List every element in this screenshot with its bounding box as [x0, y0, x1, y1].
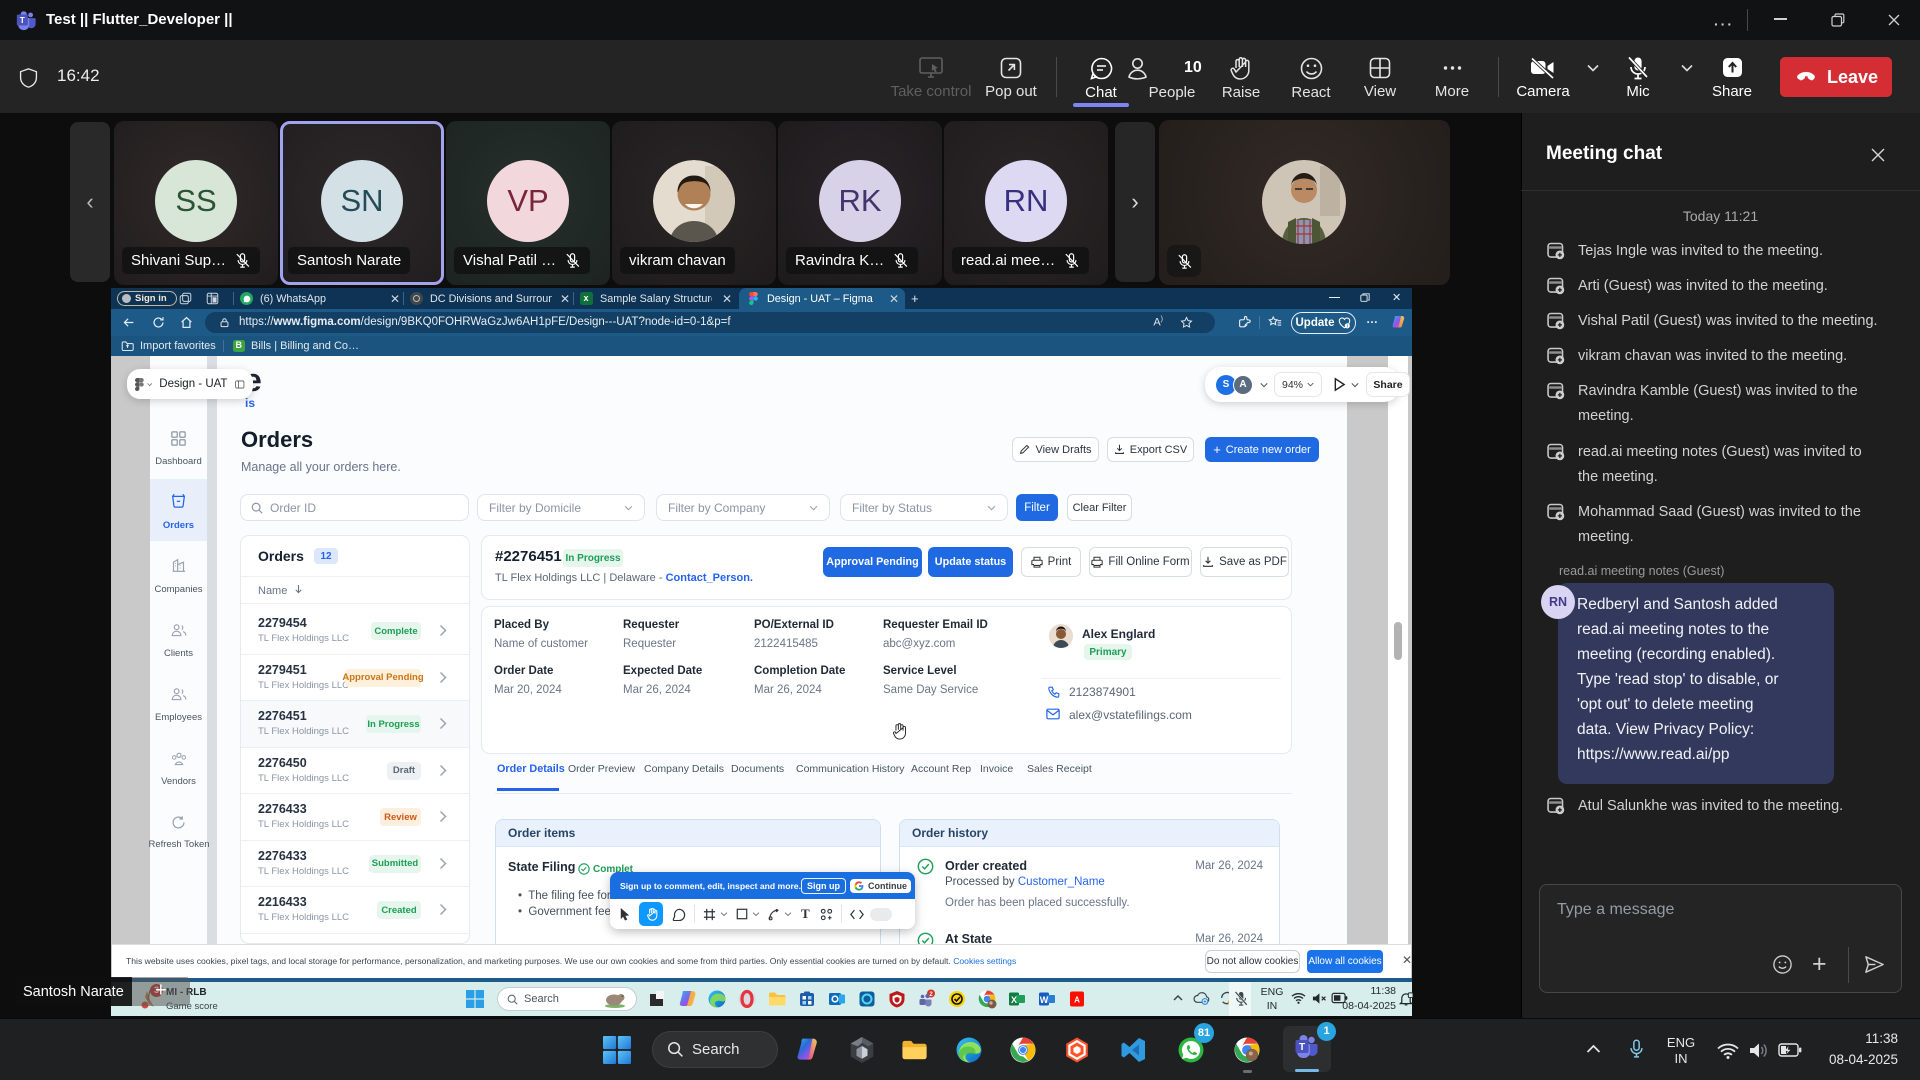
svg-text:A: A — [1074, 996, 1080, 1005]
svg-text:W: W — [1040, 995, 1049, 1005]
svg-text:T: T — [20, 16, 25, 25]
svg-text:T: T — [1299, 1042, 1305, 1053]
svg-text:X: X — [1011, 995, 1017, 1005]
